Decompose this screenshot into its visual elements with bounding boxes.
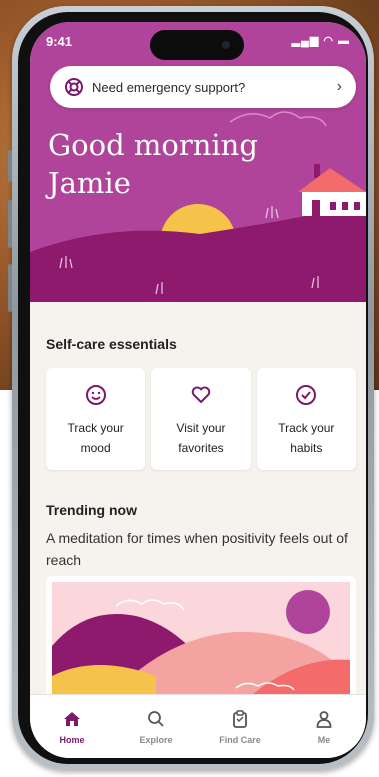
user-name: Jamie [48,166,131,200]
mountains-illustration [52,582,350,700]
greeting-line: Good morning [48,128,258,162]
card-label: Track your habits [266,418,346,458]
tab-home[interactable]: Home [30,695,114,758]
status-time: 9:41 [46,34,73,49]
card-label-line: mood [80,441,111,455]
track-habits-card[interactable]: Track your habits [256,368,356,470]
lifebuoy-icon [65,78,83,96]
status-icons: ▂▄▆ ◠ ▬ [291,35,350,47]
self-care-title: Self-care essentials [46,336,177,352]
card-label-line: Visit your [176,421,226,435]
house-icon [298,164,366,216]
clipboard-icon [233,710,247,728]
track-mood-card[interactable]: Track your mood [46,368,146,470]
app-screen: 9:41 ▂▄▆ ◠ ▬ Need emergency support? › G… [30,22,366,758]
bottom-tab-bar: Home Explore Find Care Me [30,694,366,758]
tab-label: Explore [139,735,173,745]
card-label-line: Track your [278,421,335,435]
greeting-header: 9:41 ▂▄▆ ◠ ▬ Need emergency support? › G… [30,22,366,302]
card-label: Visit your favorites [161,418,241,458]
visit-favorites-card[interactable]: Visit your favorites [151,368,251,470]
volume-down-button [8,264,12,312]
card-label-line: habits [290,441,323,455]
emergency-support-label: Need emergency support? [92,79,246,95]
mute-switch [8,150,12,182]
greeting-text: Good morning Jamie [48,126,258,202]
tab-label: Home [59,735,85,745]
card-label-line: favorites [178,441,224,455]
trending-title: Trending now [46,502,137,518]
check-circle-icon [296,385,317,405]
search-icon [148,711,164,727]
tab-label: Me [317,735,331,745]
heart-icon [191,386,211,403]
emergency-support-button[interactable]: Need emergency support? › [50,66,356,108]
dynamic-island [150,30,244,60]
smiley-icon [85,385,106,405]
tab-find-care[interactable]: Find Care [198,695,282,758]
tab-me[interactable]: Me [282,695,366,758]
home-icon [64,712,80,726]
card-label: Track your mood [56,418,136,458]
trending-description[interactable]: A meditation for times when positivity f… [46,527,356,571]
person-icon [316,711,332,728]
camera-icon [222,41,230,49]
meditation-artwork[interactable] [46,576,356,700]
tab-explore[interactable]: Explore [114,695,198,758]
tab-label: Find Care [219,735,261,745]
card-label-line: Track your [67,421,124,435]
chevron-right-icon: › [336,78,342,95]
self-care-cards: Track your mood Visit your favorites Tra… [46,368,356,470]
volume-up-button [8,200,12,248]
